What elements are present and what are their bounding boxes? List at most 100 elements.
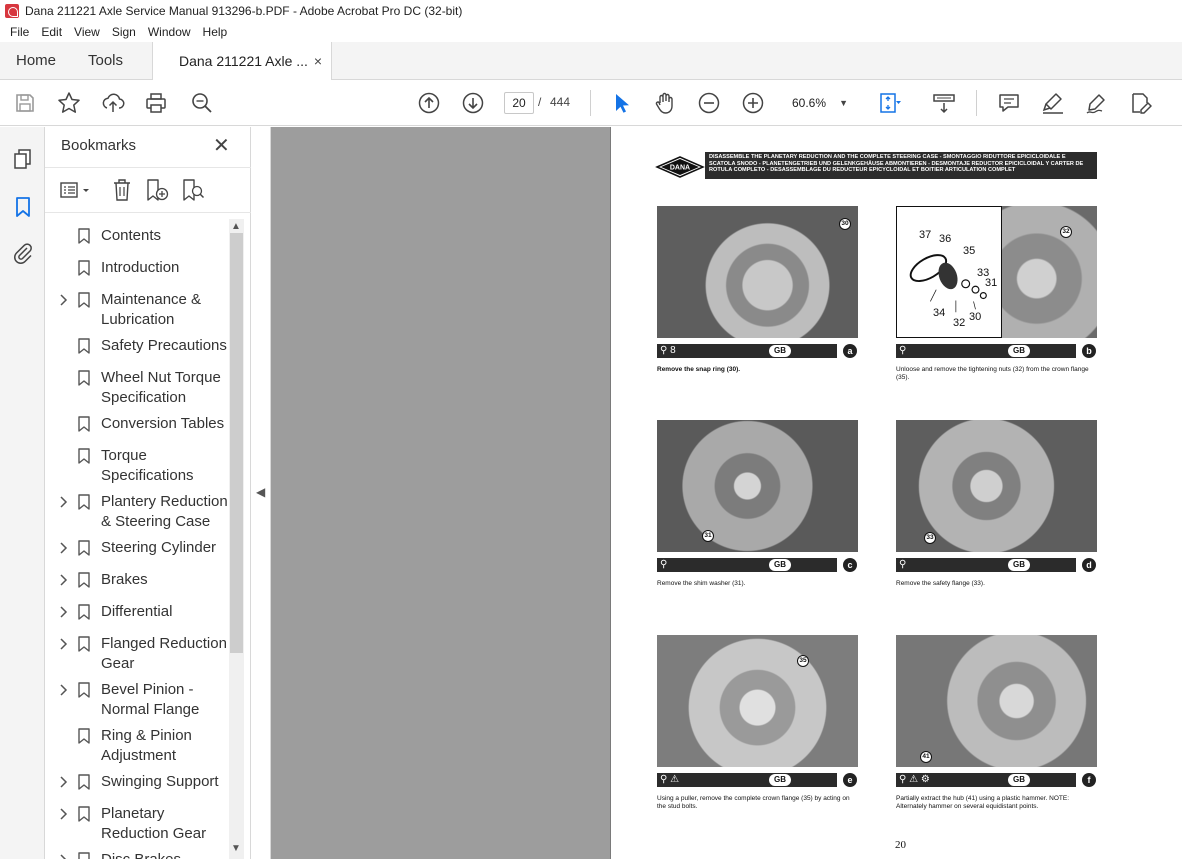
chevron-right-icon[interactable]	[57, 680, 69, 700]
bookmark-label: Disc Brakes	[101, 851, 181, 859]
bookmark-item[interactable]: Torque Specifications	[45, 446, 229, 486]
figure-band-bar	[657, 773, 837, 787]
bookmark-item[interactable]: Planetary Reduction Gear	[45, 804, 229, 844]
chevron-right-icon[interactable]	[57, 772, 69, 792]
bookmark-item[interactable]: Introduction	[45, 258, 229, 278]
print-icon[interactable]	[143, 90, 169, 116]
bookmark-item[interactable]: Steering Cylinder	[45, 538, 229, 558]
bookmark-item[interactable]: Ring & Pinion Adjustment	[45, 726, 229, 766]
bookmark-options-icon[interactable]	[59, 180, 95, 202]
panel-collapse-strip: ◀	[251, 127, 271, 859]
bookmark-label: Wheel Nut Torque Specification	[101, 369, 221, 406]
bookmarks-header: Bookmarks	[61, 137, 137, 154]
chevron-right-icon[interactable]	[57, 538, 69, 558]
diagram-label: 34	[933, 307, 946, 319]
bookmark-label: Torque Specifications	[101, 447, 194, 484]
bookmarks-panel-icon[interactable]	[11, 195, 35, 219]
bookmark-icon	[78, 572, 90, 588]
tab-document[interactable]: Dana 211221 Axle ... ×	[152, 42, 332, 81]
find-bookmark-icon[interactable]	[181, 178, 205, 202]
tool-symbols-icon: ⚲	[660, 559, 668, 570]
edit-pdf-icon[interactable]	[1128, 90, 1154, 116]
bookmarks-scrollbar[interactable]: ▲ ▼	[229, 219, 244, 859]
save-icon[interactable]	[12, 90, 38, 116]
tab-tools[interactable]: Tools	[88, 42, 123, 80]
collapse-panel-icon[interactable]: ◀	[256, 485, 265, 499]
bookmark-icon	[78, 728, 90, 744]
menu-sign[interactable]: Sign	[106, 25, 142, 39]
highlight-icon[interactable]	[1040, 90, 1066, 116]
bookmark-item[interactable]: Swinging Support	[45, 772, 229, 792]
attachments-icon[interactable]	[11, 241, 35, 265]
zoom-dropdown[interactable]: 60.6% ▼	[784, 92, 856, 114]
bookmark-item[interactable]: Flanged Reduction Gear	[45, 634, 229, 674]
bookmark-item[interactable]: Plantery Reduction & Steering Case	[45, 492, 229, 532]
tab-home[interactable]: Home	[16, 42, 56, 80]
bookmark-item[interactable]: Bevel Pinion - Normal Flange	[45, 680, 229, 720]
select-cursor-icon[interactable]	[608, 90, 634, 116]
menu-bar: File Edit View Sign Window Help	[0, 22, 1182, 42]
language-badge: GB	[1008, 345, 1030, 357]
menu-view[interactable]: View	[68, 25, 106, 39]
page-down-icon[interactable]	[460, 90, 486, 116]
zoom-out-icon[interactable]	[696, 90, 722, 116]
bookmark-item[interactable]: Conversion Tables	[45, 414, 229, 434]
bookmark-icon	[78, 806, 90, 822]
bookmark-item[interactable]: Safety Precautions	[45, 336, 229, 356]
chevron-right-icon[interactable]	[57, 290, 69, 310]
tool-symbols-icon: ⚲ ⚠ ⚙	[899, 774, 930, 785]
tab-document-label: Dana 211221 Axle ...	[179, 53, 308, 69]
chevron-right-icon[interactable]	[57, 634, 69, 654]
scroll-up-icon[interactable]: ▲	[231, 221, 241, 232]
page-up-icon[interactable]	[416, 90, 442, 116]
menu-file[interactable]: File	[4, 25, 35, 39]
menu-help[interactable]: Help	[197, 25, 234, 39]
scroll-down-icon[interactable]: ▼	[231, 843, 241, 854]
bookmark-item[interactable]: Maintenance & Lubrication	[45, 290, 229, 330]
figure-photo	[657, 206, 858, 338]
chevron-right-icon[interactable]	[57, 602, 69, 622]
bookmark-item[interactable]: Contents	[45, 226, 229, 246]
diagram-label: 36	[939, 233, 952, 245]
close-panel-icon[interactable]: ✕	[213, 133, 230, 158]
figure-e: 35 ⚲ ⚠ GB e Using a puller, remove the compl…	[657, 635, 858, 825]
figure-band: ⚲ GB c	[657, 558, 858, 572]
sign-icon[interactable]	[1084, 90, 1110, 116]
document-view[interactable]: DANA DISASSEMBLE THE PLANETARY REDUCTION…	[271, 127, 1182, 859]
figure-photo	[657, 420, 858, 552]
scroll-mode-icon[interactable]	[931, 90, 957, 116]
figure-letter: d	[1082, 558, 1096, 572]
total-pages: 444	[550, 95, 571, 109]
star-icon[interactable]	[56, 90, 82, 116]
bookmark-item[interactable]: Wheel Nut Torque Specification	[45, 368, 229, 408]
figure-band: ⚲ ⚠ ⚙ GB f	[896, 773, 1097, 787]
scrollbar-thumb[interactable]	[230, 233, 243, 653]
chevron-right-icon[interactable]	[57, 850, 69, 859]
page-number-input[interactable]: 20	[504, 92, 534, 114]
callout-marker: 33	[924, 532, 936, 544]
bookmark-item[interactable]: Disc Brakes	[45, 850, 229, 859]
bookmark-label: Safety Precautions	[101, 337, 227, 354]
chevron-right-icon[interactable]	[57, 804, 69, 824]
chevron-right-icon[interactable]	[57, 492, 69, 512]
figure-photo	[896, 635, 1097, 767]
find-icon[interactable]	[189, 90, 215, 116]
zoom-in-icon[interactable]	[740, 90, 766, 116]
chevron-right-icon[interactable]	[57, 570, 69, 590]
toolbar-divider	[590, 90, 591, 116]
bookmark-item[interactable]: Brakes	[45, 570, 229, 590]
comment-icon[interactable]	[996, 90, 1022, 116]
bookmark-item[interactable]: Differential	[45, 602, 229, 622]
chevron-down-icon: ▼	[839, 98, 848, 108]
menu-edit[interactable]: Edit	[35, 25, 68, 39]
menu-window[interactable]: Window	[142, 25, 197, 39]
fit-page-icon[interactable]	[876, 90, 902, 116]
page-thumbnails-icon[interactable]	[11, 147, 35, 171]
new-bookmark-icon[interactable]	[145, 178, 169, 202]
close-tab-icon[interactable]: ×	[314, 42, 322, 80]
upload-icon[interactable]	[100, 90, 126, 116]
delete-bookmark-icon[interactable]	[111, 178, 133, 202]
bookmark-icon	[78, 774, 90, 790]
hand-icon[interactable]	[652, 90, 678, 116]
bookmark-icon	[78, 852, 90, 859]
